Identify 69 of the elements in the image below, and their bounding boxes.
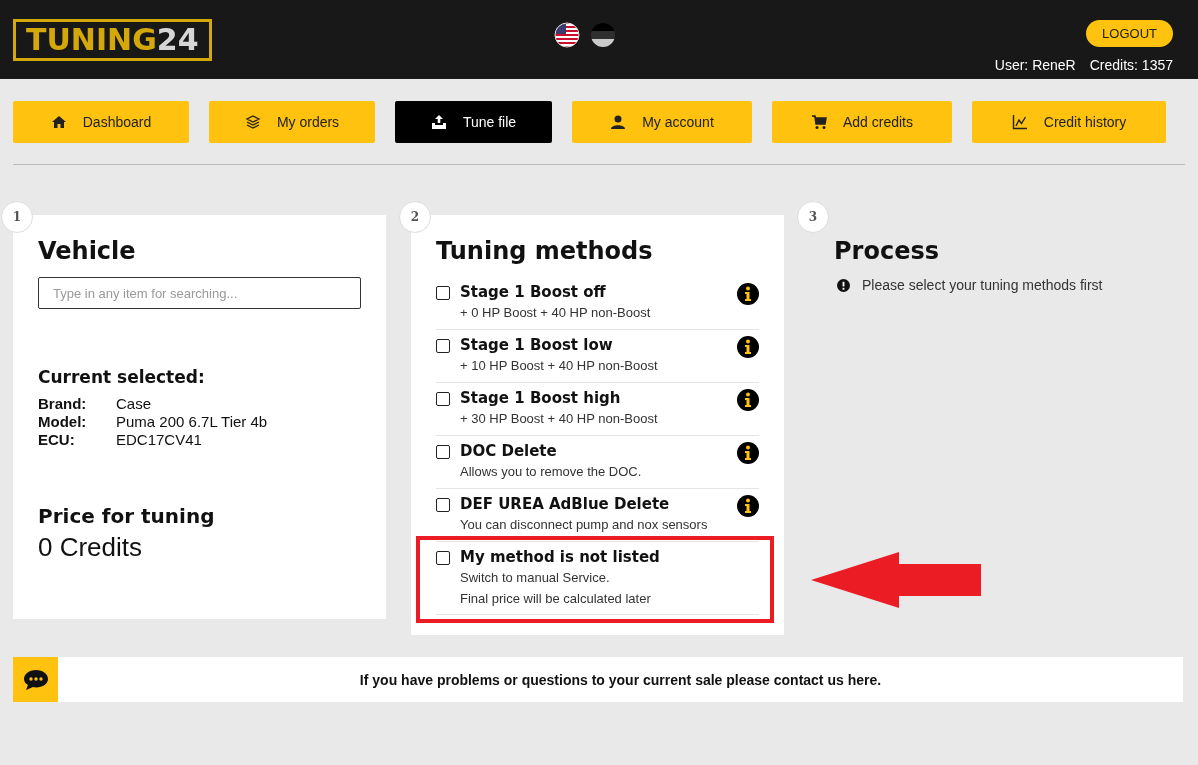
contact-bar[interactable]: If you have problems or questions to your current sale please contact us here.: [13, 657, 1183, 702]
field-label: ECU:: [38, 431, 76, 448]
method-row[interactable]: Stage 1 Boost low + 10 HP Boost + 40 HP non-Boost: [436, 330, 759, 383]
step-number: 1: [1, 201, 33, 233]
method-name: DOC Delete: [460, 442, 558, 460]
user-icon: [610, 114, 627, 130]
checkbox[interactable]: [436, 286, 450, 300]
flag-icon[interactable]: [590, 22, 616, 48]
info-icon[interactable]: [737, 442, 759, 464]
field-value: Case: [116, 395, 153, 412]
method-row[interactable]: My method is not listed Switch to manual Service. Final price will be calculated later: [436, 542, 759, 615]
method-row[interactable]: DEF UREA AdBlue Delete You can disconnect pump and nox sensors: [436, 489, 759, 542]
nav-tab[interactable]: Add credits: [772, 101, 952, 143]
method-name: My method is not listed: [460, 548, 661, 566]
method-name: Stage 1 Boost off: [460, 283, 607, 301]
method-description: + 30 HP Boost + 40 HP non-Boost: [460, 410, 659, 428]
logo: TUNING24: [13, 18, 212, 61]
logout-button[interactable]: LOGOUT: [1086, 20, 1173, 47]
layers-icon: [244, 114, 261, 130]
checkbox[interactable]: [436, 498, 450, 512]
method-name: DEF UREA AdBlue Delete: [460, 495, 671, 513]
nav-tab[interactable]: My orders: [209, 101, 375, 143]
user-name: User: ReneR: [994, 57, 1076, 73]
field-label: Model:: [38, 413, 88, 430]
field-label: Brand:: [38, 395, 88, 412]
price-value: 0 Credits: [38, 532, 144, 563]
info-message: Please select your tuning methods first: [862, 277, 1103, 293]
step-number: 2: [399, 201, 431, 233]
method-name: Stage 1 Boost high: [460, 389, 622, 407]
nav-tab[interactable]: My account: [572, 101, 752, 143]
chart-icon: [1011, 114, 1028, 130]
flag-icon[interactable]: [554, 22, 580, 48]
info-icon[interactable]: [737, 283, 759, 305]
field-value: EDC17CV41: [116, 431, 203, 448]
step-number: 3: [797, 201, 829, 233]
method-description: Switch to manual Service.: [460, 569, 611, 587]
method-description: You can disconnect pump and nox sensors: [460, 516, 709, 534]
upload-icon: [430, 114, 447, 130]
method-description: + 10 HP Boost + 40 HP non-Boost: [460, 357, 659, 375]
method-description: + 0 HP Boost + 40 HP non-Boost: [460, 304, 652, 322]
chat-icon: [22, 668, 49, 691]
method-description: Allows you to remove the DOC.: [460, 463, 643, 481]
card-title: Tuning methods: [436, 237, 654, 265]
contact-message: If you have problems or questions to your current sale please contact us here.: [358, 671, 883, 688]
method-name: Stage 1 Boost low: [460, 336, 614, 354]
checkbox[interactable]: [436, 392, 450, 406]
info-icon[interactable]: [737, 336, 759, 358]
card-title: Vehicle: [38, 237, 137, 265]
nav-tab[interactable]: Dashboard: [13, 101, 189, 143]
method-description: Final price will be calculated later: [460, 590, 652, 608]
method-row[interactable]: DOC Delete Allows you to remove the DOC.: [436, 436, 759, 489]
checkbox[interactable]: [436, 551, 450, 565]
home-icon: [50, 114, 67, 130]
cart-icon: [810, 114, 827, 130]
info-icon[interactable]: [737, 495, 759, 517]
section-title: Current selected:: [38, 367, 206, 387]
checkbox[interactable]: [436, 339, 450, 353]
card-title: Process: [834, 237, 940, 265]
nav-tab[interactable]: Credit history: [972, 101, 1166, 143]
method-row[interactable]: Stage 1 Boost off + 0 HP Boost + 40 HP non-Boost: [436, 277, 759, 330]
nav-tab[interactable]: Tune file: [395, 101, 552, 143]
section-title: Price for tuning: [38, 504, 216, 528]
search-field[interactable]: Type in any item for searching...: [38, 277, 361, 309]
checkbox[interactable]: [436, 445, 450, 459]
exclamation-icon: [837, 278, 850, 292]
credits-balance: Credits: 1357: [1089, 57, 1173, 73]
field-value: Puma 200 6.7L Tier 4b: [116, 413, 269, 430]
info-icon[interactable]: [737, 389, 759, 411]
method-row[interactable]: Stage 1 Boost high + 30 HP Boost + 40 HP non-Boost: [436, 383, 759, 436]
